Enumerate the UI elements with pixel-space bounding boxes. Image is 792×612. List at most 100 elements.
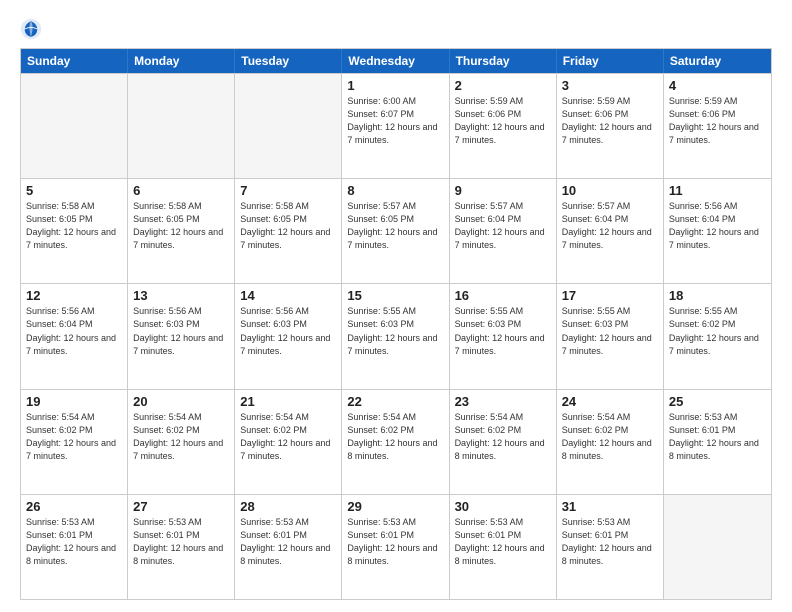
day-number: 11: [669, 183, 766, 198]
day-number: 20: [133, 394, 229, 409]
day-info: Sunrise: 5:57 AM Sunset: 6:04 PM Dayligh…: [455, 200, 551, 252]
day-number: 22: [347, 394, 443, 409]
day-cell-29: 29Sunrise: 5:53 AM Sunset: 6:01 PM Dayli…: [342, 495, 449, 599]
day-number: 15: [347, 288, 443, 303]
day-cell-14: 14 Sunrise: 5:56 AM Sunset: 6:03 PM Dayli…: [235, 284, 342, 388]
day-cell-26: 26 Sunrise: 5:53 AM Sunset: 6:01 PM Dayli…: [21, 495, 128, 599]
day-info: Sunrise: 5:54 AM Sunset: 6:02 PM Dayligh…: [26, 411, 122, 463]
day-number: 4: [669, 78, 766, 93]
day-info: Sunrise: 5:53 AM Sunset: 6:01 PM Dayligh…: [133, 516, 229, 568]
day-number: 3: [562, 78, 658, 93]
day-info: Sunrise: 6:00 AM Sunset: 6:07 PM Dayligh…: [347, 95, 443, 147]
day-number: 28: [240, 499, 336, 514]
empty-cell: [235, 74, 342, 178]
header-day-wednesday: Wednesday: [342, 49, 449, 73]
empty-cell: [664, 495, 771, 599]
day-number: 7: [240, 183, 336, 198]
day-cell-11: 11 Sunrise: 5:56 AM Sunset: 6:04 PM Dayli…: [664, 179, 771, 283]
day-info: Sunrise: 5:54 AM Sunset: 6:02 PM Dayligh…: [562, 411, 658, 463]
day-number: 25: [669, 394, 766, 409]
day-info: Sunrise: 5:57 AM Sunset: 6:05 PM Dayligh…: [347, 200, 443, 252]
day-info: Sunrise: 5:58 AM Sunset: 6:05 PM Dayligh…: [133, 200, 229, 252]
day-number: 26: [26, 499, 122, 514]
day-cell-15: 15 Sunrise: 5:55 AM Sunset: 6:03 PM Dayli…: [342, 284, 449, 388]
day-cell-10: 10Sunrise: 5:57 AM Sunset: 6:04 PM Dayli…: [557, 179, 664, 283]
day-number: 16: [455, 288, 551, 303]
day-number: 13: [133, 288, 229, 303]
calendar-body: 1Sunrise: 6:00 AM Sunset: 6:07 PM Daylig…: [21, 73, 771, 599]
day-cell-12: 12Sunrise: 5:56 AM Sunset: 6:04 PM Dayli…: [21, 284, 128, 388]
day-info: Sunrise: 5:58 AM Sunset: 6:05 PM Dayligh…: [240, 200, 336, 252]
day-info: Sunrise: 5:54 AM Sunset: 6:02 PM Dayligh…: [455, 411, 551, 463]
day-number: 23: [455, 394, 551, 409]
header-day-tuesday: Tuesday: [235, 49, 342, 73]
calendar-row-2: 12Sunrise: 5:56 AM Sunset: 6:04 PM Dayli…: [21, 283, 771, 388]
day-cell-18: 18 Sunrise: 5:55 AM Sunset: 6:02 PM Dayli…: [664, 284, 771, 388]
header: [20, 18, 772, 40]
day-info: Sunrise: 5:55 AM Sunset: 6:02 PM Dayligh…: [669, 305, 766, 357]
day-info: Sunrise: 5:56 AM Sunset: 6:03 PM Dayligh…: [240, 305, 336, 357]
day-cell-21: 21Sunrise: 5:54 AM Sunset: 6:02 PM Dayli…: [235, 390, 342, 494]
day-number: 17: [562, 288, 658, 303]
day-number: 19: [26, 394, 122, 409]
day-cell-16: 16Sunrise: 5:55 AM Sunset: 6:03 PM Dayli…: [450, 284, 557, 388]
day-number: 2: [455, 78, 551, 93]
day-info: Sunrise: 5:54 AM Sunset: 6:02 PM Dayligh…: [347, 411, 443, 463]
empty-cell: [128, 74, 235, 178]
day-number: 14: [240, 288, 336, 303]
day-info: Sunrise: 5:56 AM Sunset: 6:04 PM Dayligh…: [669, 200, 766, 252]
day-number: 30: [455, 499, 551, 514]
day-number: 27: [133, 499, 229, 514]
day-info: Sunrise: 5:53 AM Sunset: 6:01 PM Dayligh…: [347, 516, 443, 568]
day-cell-20: 20 Sunrise: 5:54 AM Sunset: 6:02 PM Dayli…: [128, 390, 235, 494]
day-info: Sunrise: 5:59 AM Sunset: 6:06 PM Dayligh…: [562, 95, 658, 147]
day-cell-30: 30 Sunrise: 5:53 AM Sunset: 6:01 PM Dayli…: [450, 495, 557, 599]
day-info: Sunrise: 5:54 AM Sunset: 6:02 PM Dayligh…: [133, 411, 229, 463]
day-cell-9: 9 Sunrise: 5:57 AM Sunset: 6:04 PM Daylig…: [450, 179, 557, 283]
day-cell-2: 2 Sunrise: 5:59 AM Sunset: 6:06 PM Daylig…: [450, 74, 557, 178]
header-day-thursday: Thursday: [450, 49, 557, 73]
calendar-row-3: 19 Sunrise: 5:54 AM Sunset: 6:02 PM Dayli…: [21, 389, 771, 494]
day-cell-8: 8Sunrise: 5:57 AM Sunset: 6:05 PM Daylig…: [342, 179, 449, 283]
day-info: Sunrise: 5:53 AM Sunset: 6:01 PM Dayligh…: [240, 516, 336, 568]
day-cell-6: 6Sunrise: 5:58 AM Sunset: 6:05 PM Daylig…: [128, 179, 235, 283]
day-number: 24: [562, 394, 658, 409]
day-info: Sunrise: 5:59 AM Sunset: 6:06 PM Dayligh…: [455, 95, 551, 147]
day-cell-25: 25 Sunrise: 5:53 AM Sunset: 6:01 PM Dayli…: [664, 390, 771, 494]
logo: [20, 18, 46, 40]
day-info: Sunrise: 5:55 AM Sunset: 6:03 PM Dayligh…: [347, 305, 443, 357]
day-info: Sunrise: 5:55 AM Sunset: 6:03 PM Dayligh…: [562, 305, 658, 357]
empty-cell: [21, 74, 128, 178]
day-info: Sunrise: 5:58 AM Sunset: 6:05 PM Dayligh…: [26, 200, 122, 252]
day-cell-13: 13Sunrise: 5:56 AM Sunset: 6:03 PM Dayli…: [128, 284, 235, 388]
day-cell-27: 27 Sunrise: 5:53 AM Sunset: 6:01 PM Dayli…: [128, 495, 235, 599]
day-cell-22: 22 Sunrise: 5:54 AM Sunset: 6:02 PM Dayli…: [342, 390, 449, 494]
header-day-monday: Monday: [128, 49, 235, 73]
day-number: 5: [26, 183, 122, 198]
day-info: Sunrise: 5:53 AM Sunset: 6:01 PM Dayligh…: [669, 411, 766, 463]
day-number: 9: [455, 183, 551, 198]
day-number: 18: [669, 288, 766, 303]
day-info: Sunrise: 5:56 AM Sunset: 6:04 PM Dayligh…: [26, 305, 122, 357]
day-info: Sunrise: 5:53 AM Sunset: 6:01 PM Dayligh…: [26, 516, 122, 568]
page: SundayMondayTuesdayWednesdayThursdayFrid…: [0, 0, 792, 612]
calendar-row-1: 5 Sunrise: 5:58 AM Sunset: 6:05 PM Daylig…: [21, 178, 771, 283]
calendar-row-4: 26 Sunrise: 5:53 AM Sunset: 6:01 PM Dayli…: [21, 494, 771, 599]
calendar-header: SundayMondayTuesdayWednesdayThursdayFrid…: [21, 49, 771, 73]
day-cell-19: 19 Sunrise: 5:54 AM Sunset: 6:02 PM Dayli…: [21, 390, 128, 494]
day-info: Sunrise: 5:53 AM Sunset: 6:01 PM Dayligh…: [455, 516, 551, 568]
day-cell-3: 3 Sunrise: 5:59 AM Sunset: 6:06 PM Daylig…: [557, 74, 664, 178]
day-info: Sunrise: 5:53 AM Sunset: 6:01 PM Dayligh…: [562, 516, 658, 568]
day-cell-5: 5 Sunrise: 5:58 AM Sunset: 6:05 PM Daylig…: [21, 179, 128, 283]
day-info: Sunrise: 5:59 AM Sunset: 6:06 PM Dayligh…: [669, 95, 766, 147]
day-cell-23: 23 Sunrise: 5:54 AM Sunset: 6:02 PM Dayli…: [450, 390, 557, 494]
day-cell-4: 4 Sunrise: 5:59 AM Sunset: 6:06 PM Daylig…: [664, 74, 771, 178]
day-number: 21: [240, 394, 336, 409]
day-number: 31: [562, 499, 658, 514]
day-cell-28: 28 Sunrise: 5:53 AM Sunset: 6:01 PM Dayli…: [235, 495, 342, 599]
logo-icon: [20, 18, 42, 40]
calendar: SundayMondayTuesdayWednesdayThursdayFrid…: [20, 48, 772, 600]
day-cell-31: 31 Sunrise: 5:53 AM Sunset: 6:01 PM Dayli…: [557, 495, 664, 599]
header-day-friday: Friday: [557, 49, 664, 73]
day-cell-24: 24 Sunrise: 5:54 AM Sunset: 6:02 PM Dayli…: [557, 390, 664, 494]
